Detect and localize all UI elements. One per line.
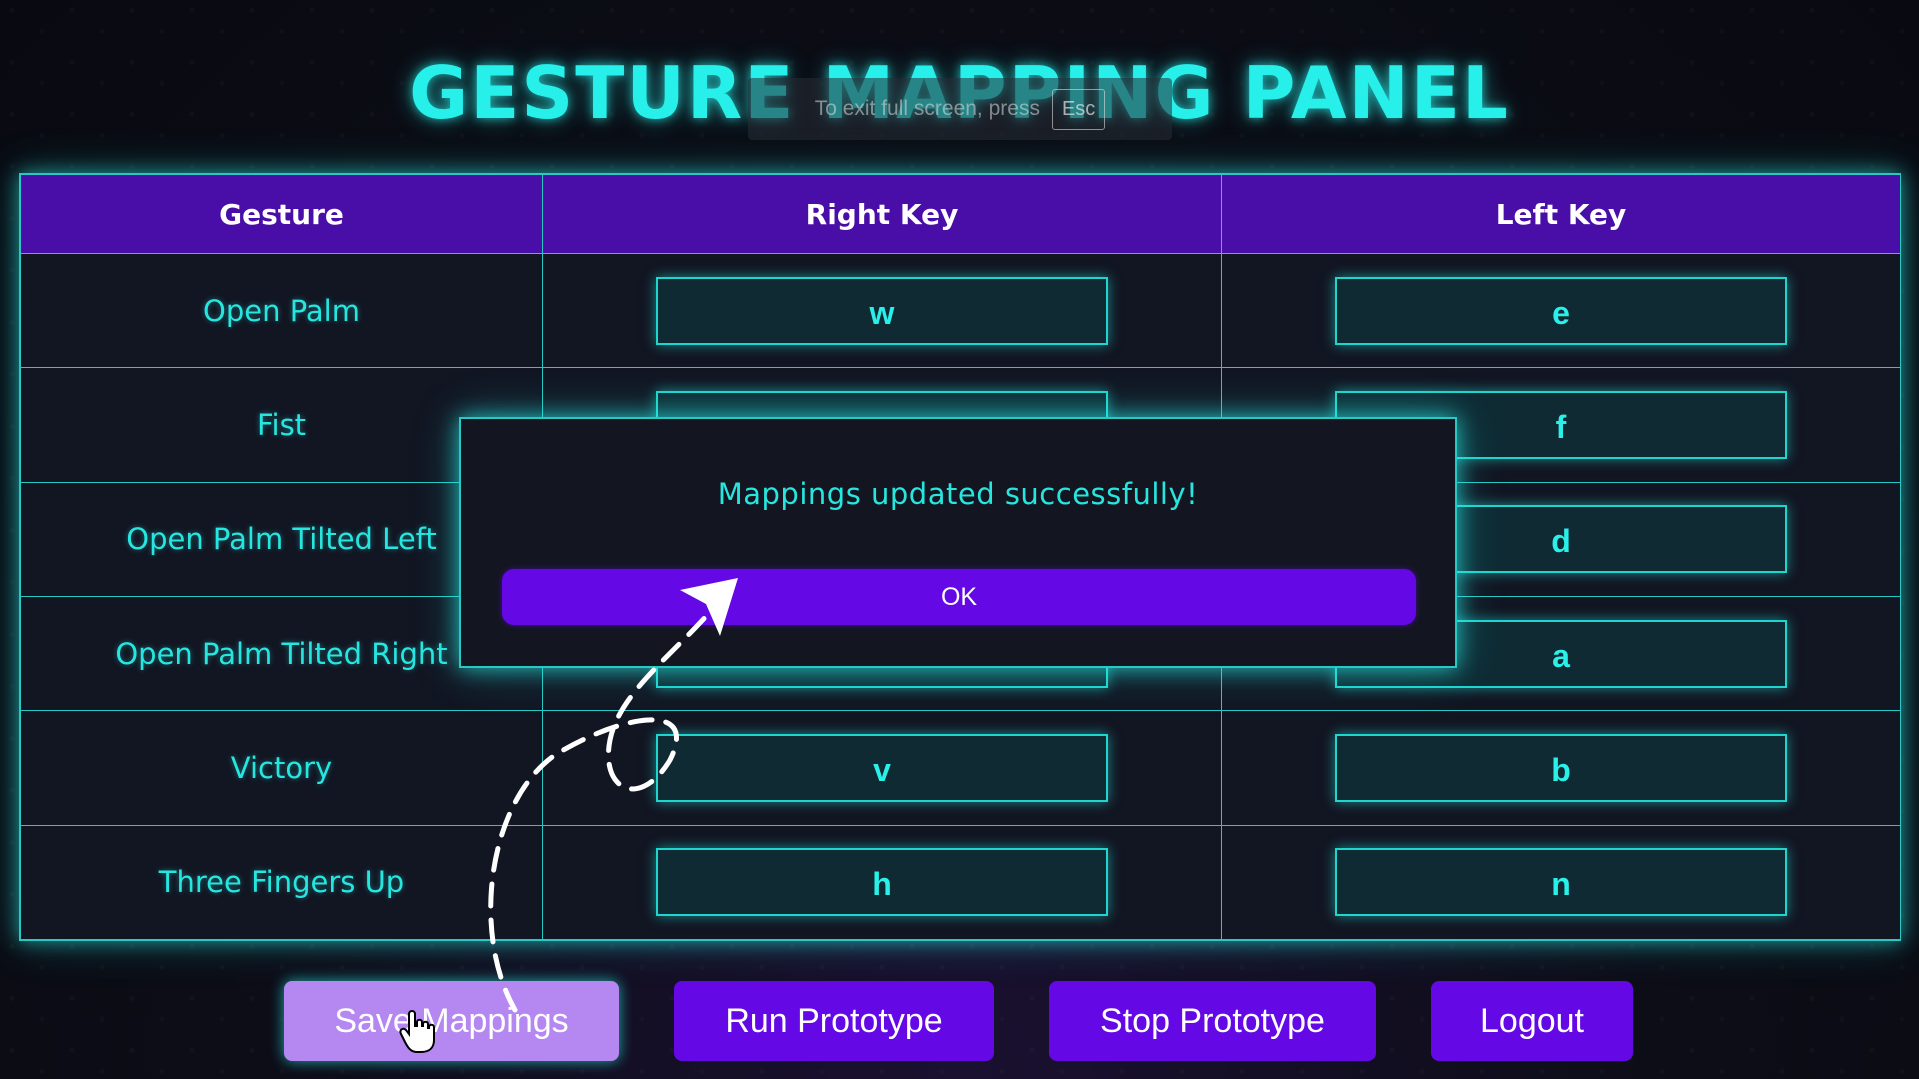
left-key-cell: e (1221, 252, 1901, 369)
table-row: Victory v b (20, 710, 1901, 826)
gesture-name: Open Palm (20, 252, 543, 369)
logout-button[interactable]: Logout (1431, 981, 1633, 1061)
right-key-input[interactable]: h (656, 848, 1108, 917)
left-key-cell: n (1221, 824, 1901, 941)
left-key-input[interactable]: e (1335, 276, 1787, 345)
left-key-cell: b (1221, 710, 1901, 826)
fullscreen-notice-text: To exit full screen, press (814, 97, 1040, 120)
success-dialog: Mappings updated successfully! OK (459, 417, 1457, 668)
right-key-cell: v (542, 710, 1222, 826)
table-row: Open Palm w e (20, 252, 1901, 369)
dialog-message: Mappings updated successfully! (717, 477, 1199, 511)
gesture-name: Three Fingers Up (20, 824, 543, 941)
fullscreen-exit-notice: To exit full screen, press Esc (748, 78, 1172, 140)
right-key-cell: w (542, 252, 1222, 369)
table-header-row: Gesture Right Key Left Key (20, 174, 1901, 254)
save-mappings-button[interactable]: Save Mappings (284, 981, 619, 1061)
esc-key-hint: Esc (1051, 88, 1106, 130)
gesture-name: Victory (20, 710, 543, 826)
left-key-input[interactable]: b (1335, 733, 1787, 802)
stop-prototype-button[interactable]: Stop Prototype (1049, 981, 1376, 1061)
header-right-key: Right Key (542, 174, 1222, 254)
right-key-cell: h (542, 824, 1222, 941)
run-prototype-button[interactable]: Run Prototype (674, 981, 994, 1061)
header-gesture: Gesture (20, 174, 543, 254)
table-row: Three Fingers Up h n (20, 824, 1901, 941)
ok-button[interactable]: OK (502, 569, 1416, 625)
right-key-input[interactable]: v (656, 733, 1108, 802)
right-key-input[interactable]: w (656, 276, 1108, 345)
left-key-input[interactable]: n (1335, 848, 1787, 917)
header-left-key: Left Key (1221, 174, 1901, 254)
